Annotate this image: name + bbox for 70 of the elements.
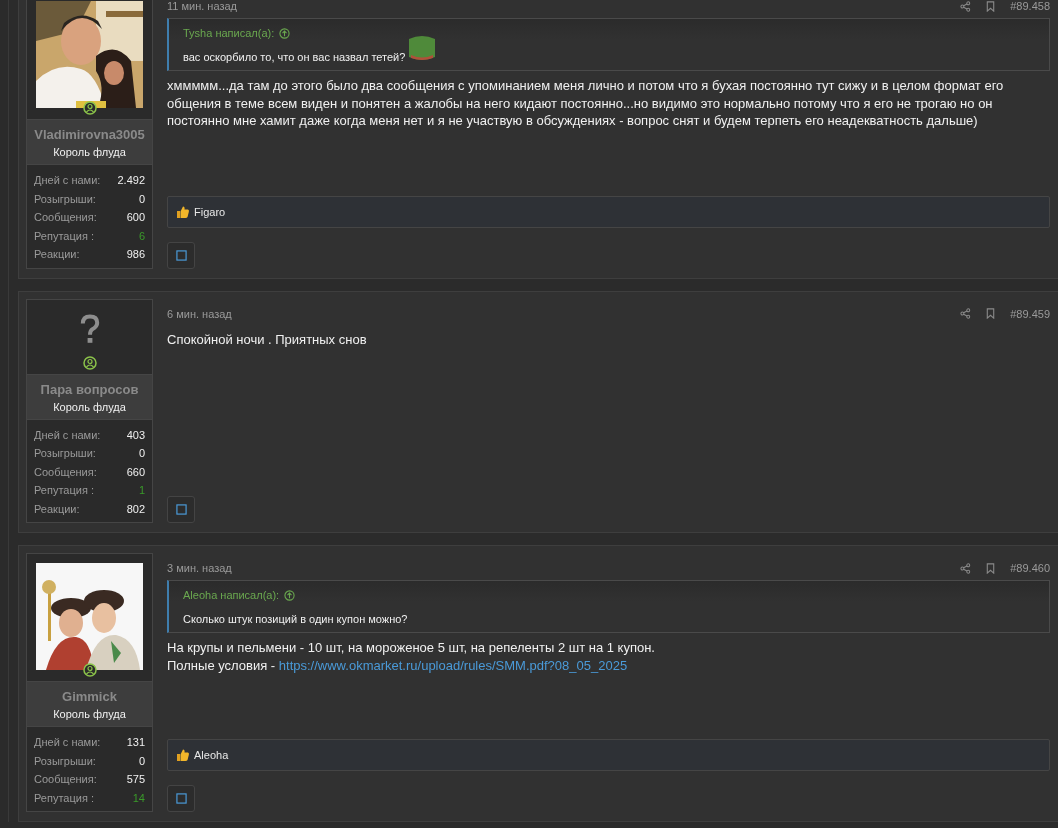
square-icon — [175, 249, 187, 261]
stat-value: 403 — [126, 427, 145, 443]
share-icon[interactable] — [960, 562, 972, 574]
stat-value: 0 — [138, 446, 145, 461]
online-icon — [83, 355, 97, 370]
post-time[interactable]: 6 мин. назад — [167, 307, 232, 320]
stat-value: 0 — [138, 753, 145, 769]
link[interactable]: https://www.okmarket.ru/upload/rules/SMM.pdf?08_05_2025 — [278, 657, 628, 673]
stat-value: 1 — [138, 483, 145, 498]
user-rank: Король флуда — [52, 708, 127, 720]
online-icon — [83, 663, 97, 677]
stat-value: 0 — [138, 191, 145, 207]
stat-value: 6 — [138, 228, 145, 244]
username[interactable]: Vladimirovna3005 — [29, 127, 150, 142]
select-button[interactable] — [167, 241, 195, 269]
stat-label: Сообщения: — [34, 464, 97, 480]
user-rank: Король флуда — [52, 146, 127, 158]
stat-label: Розыгрыши: — [34, 753, 96, 769]
stat-label: Репутация : — [34, 483, 94, 498]
post-text: хммммм...да там до этого было два сообщения с упоминанием меня лично и потом что я бухая постоянно тут сижу и в целом формат его общения в теме всем виден и понятен а жалобы на него кидают постоянно...но видимо это нормально потому что я его не трогаю но он постоянно мне хамит даже когда меня нет и я не участвую в обсуждениях - вопрос снят и будем терпеть его неадекватность дальше) — [167, 77, 1005, 130]
select-button[interactable] — [167, 785, 195, 812]
stat-label: Розыгрыши: — [34, 446, 96, 461]
post-number[interactable]: #89.459 — [1010, 307, 1050, 320]
thumbs-up-icon — [176, 748, 190, 762]
stat-label: Реакции: — [34, 501, 80, 517]
username[interactable]: Gimmick — [29, 689, 150, 704]
post-text: Спокойной ночи . Приятных снов — [167, 330, 368, 348]
post-number[interactable]: #89.460 — [1010, 562, 1050, 574]
bookmark-icon[interactable] — [985, 308, 997, 319]
quote-author[interactable]: Aleoha написал(а): — [183, 589, 280, 601]
quote-author[interactable]: Tysha написал(а): — [183, 27, 275, 39]
stat-label: Репутация : — [34, 228, 94, 244]
stat-label: Репутация : — [34, 790, 94, 806]
reaction-user[interactable]: Figaro — [194, 205, 226, 218]
stat-label: Сообщения: — [34, 772, 97, 787]
post-number[interactable]: #89.458 — [1010, 0, 1050, 12]
share-icon[interactable] — [960, 308, 972, 319]
bookmark-icon[interactable] — [985, 562, 997, 574]
stat-value: 575 — [126, 772, 145, 787]
stat-label: Дней с нами: — [34, 427, 101, 443]
reaction-user[interactable]: Aleoha — [194, 749, 229, 761]
quote-text: вас оскорбило то, что он вас назвал тетей? — [183, 51, 406, 63]
stat-value: 802 — [126, 501, 145, 517]
quote-text: Сколько штук позиций в один купон можно? — [183, 613, 408, 625]
user-rank: Король флуда — [52, 400, 127, 413]
post-time[interactable]: 11 мин. назад — [167, 0, 238, 12]
select-button[interactable] — [167, 496, 195, 523]
post-text: Полные условия - https://www.okmarket.ru/upload/rules/SMM.pdf?08_05_2025 — [167, 656, 629, 674]
stat-label: Сообщения: — [34, 210, 97, 225]
stat-label: Розыгрыши: — [34, 191, 96, 207]
arrow-up-icon[interactable] — [279, 27, 291, 39]
username[interactable]: Пара вопросов — [29, 381, 150, 397]
stat-value: 600 — [126, 210, 145, 225]
bookmark-icon[interactable] — [985, 0, 997, 12]
square-icon — [175, 793, 187, 804]
stat-value: 131 — [126, 735, 145, 750]
arrow-up-icon[interactable] — [284, 589, 296, 601]
stat-label: Реакции: — [34, 247, 80, 262]
online-icon — [83, 101, 97, 115]
post-text: На крупы и пельмени - 10 шт, на мороженое 5 шт, на репеленты 2 шт на 1 купон. — [167, 639, 656, 657]
square-icon — [175, 504, 187, 515]
stat-label: Дней с нами: — [34, 173, 101, 188]
stat-value: 660 — [126, 464, 145, 480]
stat-label: Дней с нами: — [34, 735, 101, 750]
thumbs-up-icon — [176, 204, 190, 219]
stat-value: 986 — [126, 247, 145, 262]
post-time[interactable]: 3 мин. назад — [167, 562, 232, 574]
stat-value: 14 — [132, 790, 145, 806]
stat-value: 2.492 — [117, 173, 145, 188]
share-icon[interactable] — [960, 0, 972, 12]
